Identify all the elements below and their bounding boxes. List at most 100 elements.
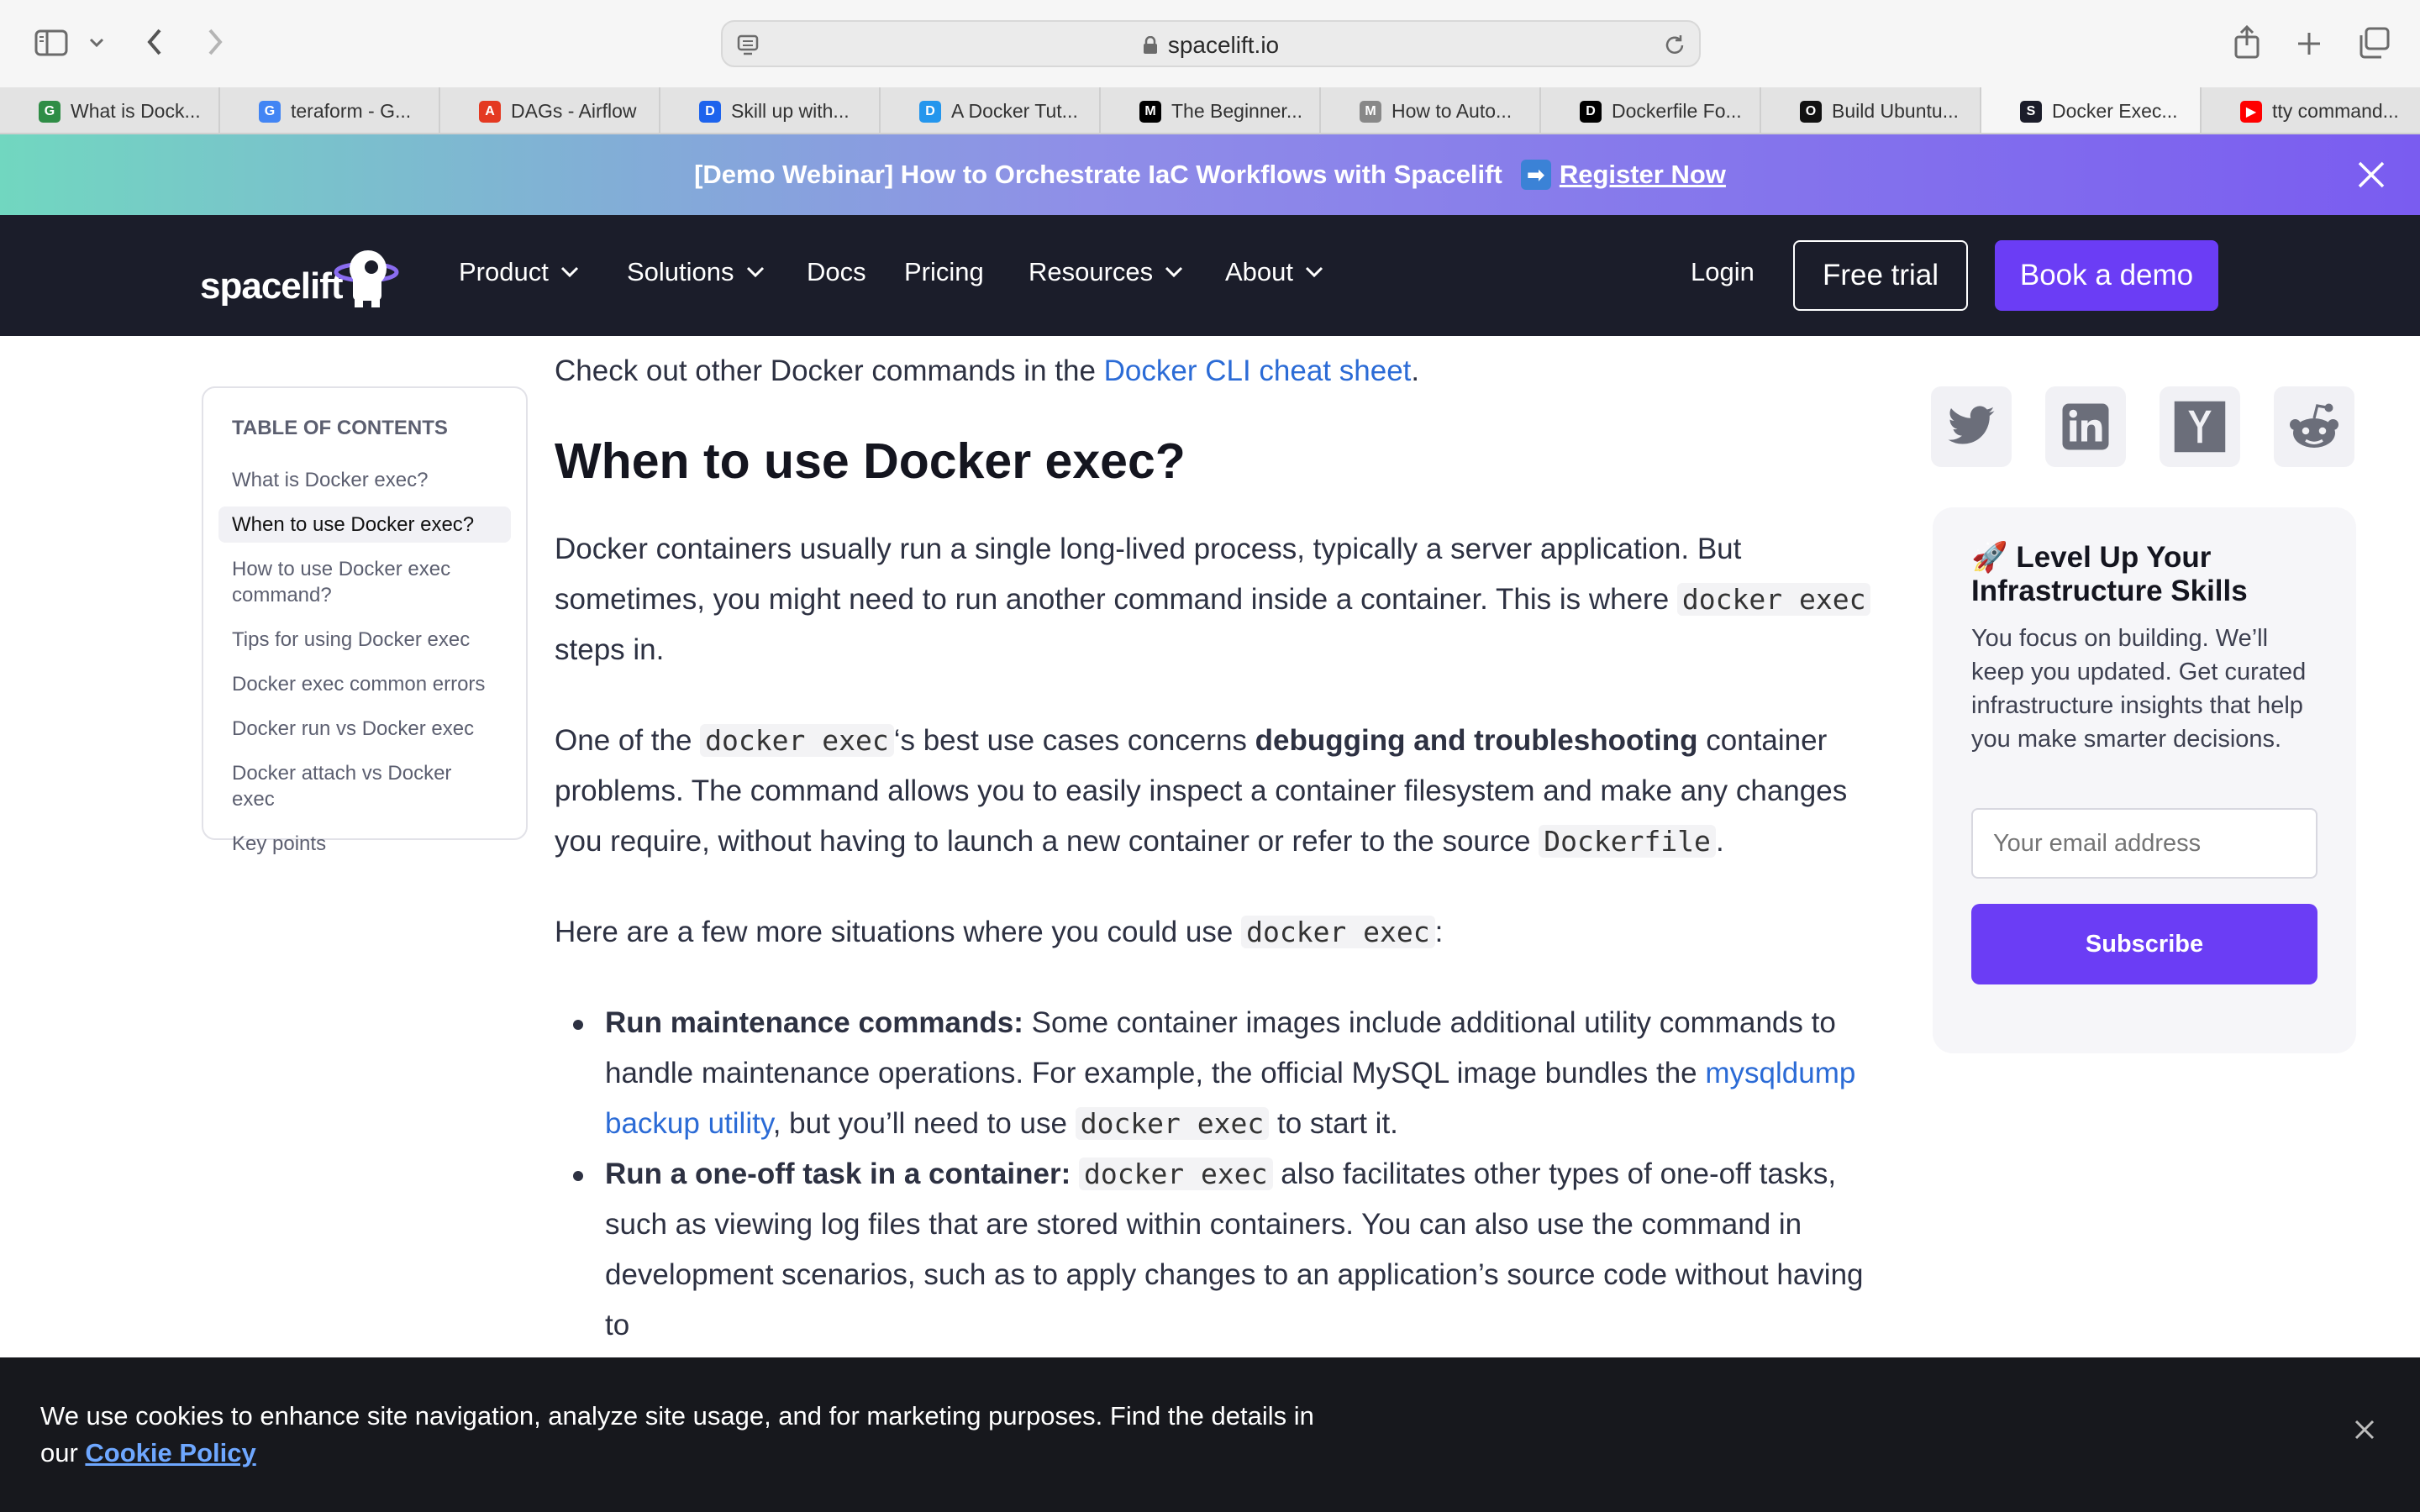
nav-resources-label: Resources	[1028, 257, 1154, 286]
tab-label: tty command...	[2272, 99, 2399, 122]
cookie-banner: We use cookies to enhance site navigatio…	[0, 1357, 2420, 1512]
toc-item[interactable]: Docker run vs Docker exec	[218, 711, 511, 747]
toc-title: TABLE OF CONTENTS	[232, 417, 448, 439]
cookie-policy-link[interactable]: Cookie Policy	[85, 1438, 255, 1467]
sidebar-toggle-icon[interactable]	[32, 27, 71, 59]
p1-text: Docker containers usually run a single l…	[555, 533, 1742, 616]
bold-text: Run maintenance commands:	[605, 1006, 1023, 1039]
nav-docs[interactable]: Docs	[807, 257, 866, 287]
url-label: spacelift.io	[1167, 32, 1280, 58]
nav-about-label: About	[1225, 257, 1294, 286]
paragraph-2: One of the docker exec ‘s best use cases …	[555, 716, 1872, 867]
browser-tab[interactable]: Gteraform - G...	[220, 87, 440, 133]
list-item: Run maintenance commands: Some container…	[555, 998, 1872, 1149]
new-tab-icon[interactable]	[2292, 27, 2326, 60]
book-demo-button[interactable]: Book a demo	[1995, 240, 2218, 311]
p3-text-end: :	[1434, 916, 1444, 948]
promo-banner: [Demo Webinar] How to Orchestrate IaC Wo…	[0, 134, 2420, 215]
browser-tab[interactable]: S Docker Exec...	[1981, 87, 2202, 133]
lock-icon	[1143, 34, 1158, 54]
spacelift-logo[interactable]: spacelift	[200, 240, 403, 311]
chevron-down-icon[interactable]	[87, 34, 106, 52]
chevron-down-icon	[560, 266, 578, 278]
inline-code: docker exec	[1078, 1158, 1273, 1190]
browser-tab[interactable]: M How to Auto...	[1321, 87, 1541, 133]
close-icon[interactable]	[2354, 158, 2388, 192]
free-trial-button[interactable]: Free trial	[1793, 240, 1968, 311]
tab-label: Build Ubuntu...	[1832, 99, 1959, 122]
inline-code: docker exec	[1676, 583, 1871, 616]
email-input[interactable]	[1971, 808, 2317, 879]
reddit-icon[interactable]	[2274, 386, 2354, 467]
rocket-icon: 🚀	[1971, 541, 2008, 574]
forward-icon[interactable]	[202, 25, 229, 59]
airflow-icon: A	[479, 101, 501, 123]
back-icon[interactable]	[141, 25, 168, 59]
close-icon[interactable]	[2351, 1416, 2378, 1443]
promo-text: [Demo Webinar] How to Orchestrate IaC Wo…	[694, 160, 1502, 189]
nav-solutions[interactable]: Solutions	[627, 257, 765, 287]
toc-item[interactable]: How to use Docker exec command?	[218, 551, 511, 613]
nav-about[interactable]: About	[1225, 257, 1323, 287]
youtube-icon: ▶	[2240, 101, 2262, 123]
p3-text: Here are a few more situations where you…	[555, 916, 1242, 948]
tab-label: How to Auto...	[1392, 99, 1512, 122]
table-of-contents: TABLE OF CONTENTS What is Docker exec? W…	[202, 386, 528, 855]
browser-tab[interactable]: D Skill up with...	[660, 87, 881, 133]
browser-tab[interactable]: D A Docker Tut...	[881, 87, 1101, 133]
browser-tab[interactable]: ▶ tty command...	[2202, 87, 2420, 133]
p1-text-end: steps in.	[555, 633, 665, 666]
reload-icon[interactable]	[1662, 33, 1687, 58]
paragraph-3: Here are a few more situations where you…	[555, 907, 1872, 958]
linkedin-icon[interactable]	[2045, 386, 2126, 467]
toc-item-active[interactable]: When to use Docker exec?	[218, 507, 511, 543]
gfg-icon: G	[39, 101, 60, 123]
register-now-link[interactable]: Register Now	[1560, 160, 1726, 190]
tab-label: Skill up with...	[731, 99, 850, 122]
toc-item[interactable]: What is Docker exec?	[218, 462, 511, 498]
newsletter-card: 🚀 Level Up Your Infrastructure Skills Yo…	[1933, 507, 2356, 1053]
toc-item[interactable]: Docker attach vs Docker exec	[218, 755, 511, 817]
inline-code: docker exec	[1075, 1107, 1270, 1140]
paragraph-1: Docker containers usually run a single l…	[555, 524, 1872, 675]
browser-tab[interactable]: A DAGs - Airflow	[440, 87, 660, 133]
url-text: spacelift.io	[723, 32, 1699, 59]
nav-resources[interactable]: Resources	[1028, 257, 1183, 287]
cheat-sheet-link[interactable]: Docker CLI cheat sheet	[1104, 354, 1412, 387]
nav-product-label: Product	[459, 257, 549, 286]
tab-label: The Beginner...	[1171, 99, 1302, 122]
inline-code: Dockerfile	[1539, 825, 1716, 858]
address-bar[interactable]: spacelift.io	[721, 20, 1701, 67]
nav-product[interactable]: Product	[459, 257, 579, 287]
toc-item[interactable]: Docker exec common errors	[218, 666, 511, 702]
docker-icon: D	[699, 101, 721, 123]
browser-toolbar: spacelift.io	[0, 0, 2420, 87]
cookie-text: We use cookies to enhance site navigatio…	[40, 1398, 1351, 1472]
dev-icon: D	[1580, 101, 1602, 123]
login-link[interactable]: Login	[1691, 257, 1754, 287]
intro-suffix: .	[1411, 354, 1420, 387]
site-nav: spacelift Product Solutions Docs Pricing…	[0, 215, 2420, 336]
browser-tab[interactable]: D Dockerfile Fo...	[1541, 87, 1761, 133]
bullet	[573, 1020, 583, 1030]
astronaut-logo-icon	[334, 250, 399, 307]
nav-pricing[interactable]: Pricing	[904, 257, 984, 287]
browser-tab[interactable]: M The Beginner...	[1101, 87, 1321, 133]
intro-paragraph: Check out other Docker commands in the D…	[555, 346, 1872, 396]
hackernews-icon[interactable]	[2160, 386, 2240, 467]
openai-icon: O	[1800, 101, 1822, 123]
article-body: Check out other Docker commands in the D…	[555, 336, 1872, 1351]
toc-item[interactable]: Tips for using Docker exec	[218, 622, 511, 658]
share-icon[interactable]	[2230, 24, 2264, 60]
subscribe-button[interactable]: Subscribe	[1971, 904, 2317, 984]
tab-label: DAGs - Airflow	[511, 99, 637, 122]
browser-tab[interactable]: G What is Dock...	[0, 87, 220, 133]
google-icon: G	[259, 101, 281, 123]
twitter-icon[interactable]	[1931, 386, 2012, 467]
browser-tab[interactable]: O Build Ubuntu...	[1761, 87, 1981, 133]
toc-item[interactable]: Key points	[218, 826, 511, 862]
m-icon: M	[1360, 101, 1381, 123]
chevron-down-icon	[1305, 266, 1323, 278]
tab-overview-icon[interactable]	[2354, 25, 2391, 60]
newsletter-description: You focus on building. We’ll keep you up…	[1971, 625, 2307, 753]
